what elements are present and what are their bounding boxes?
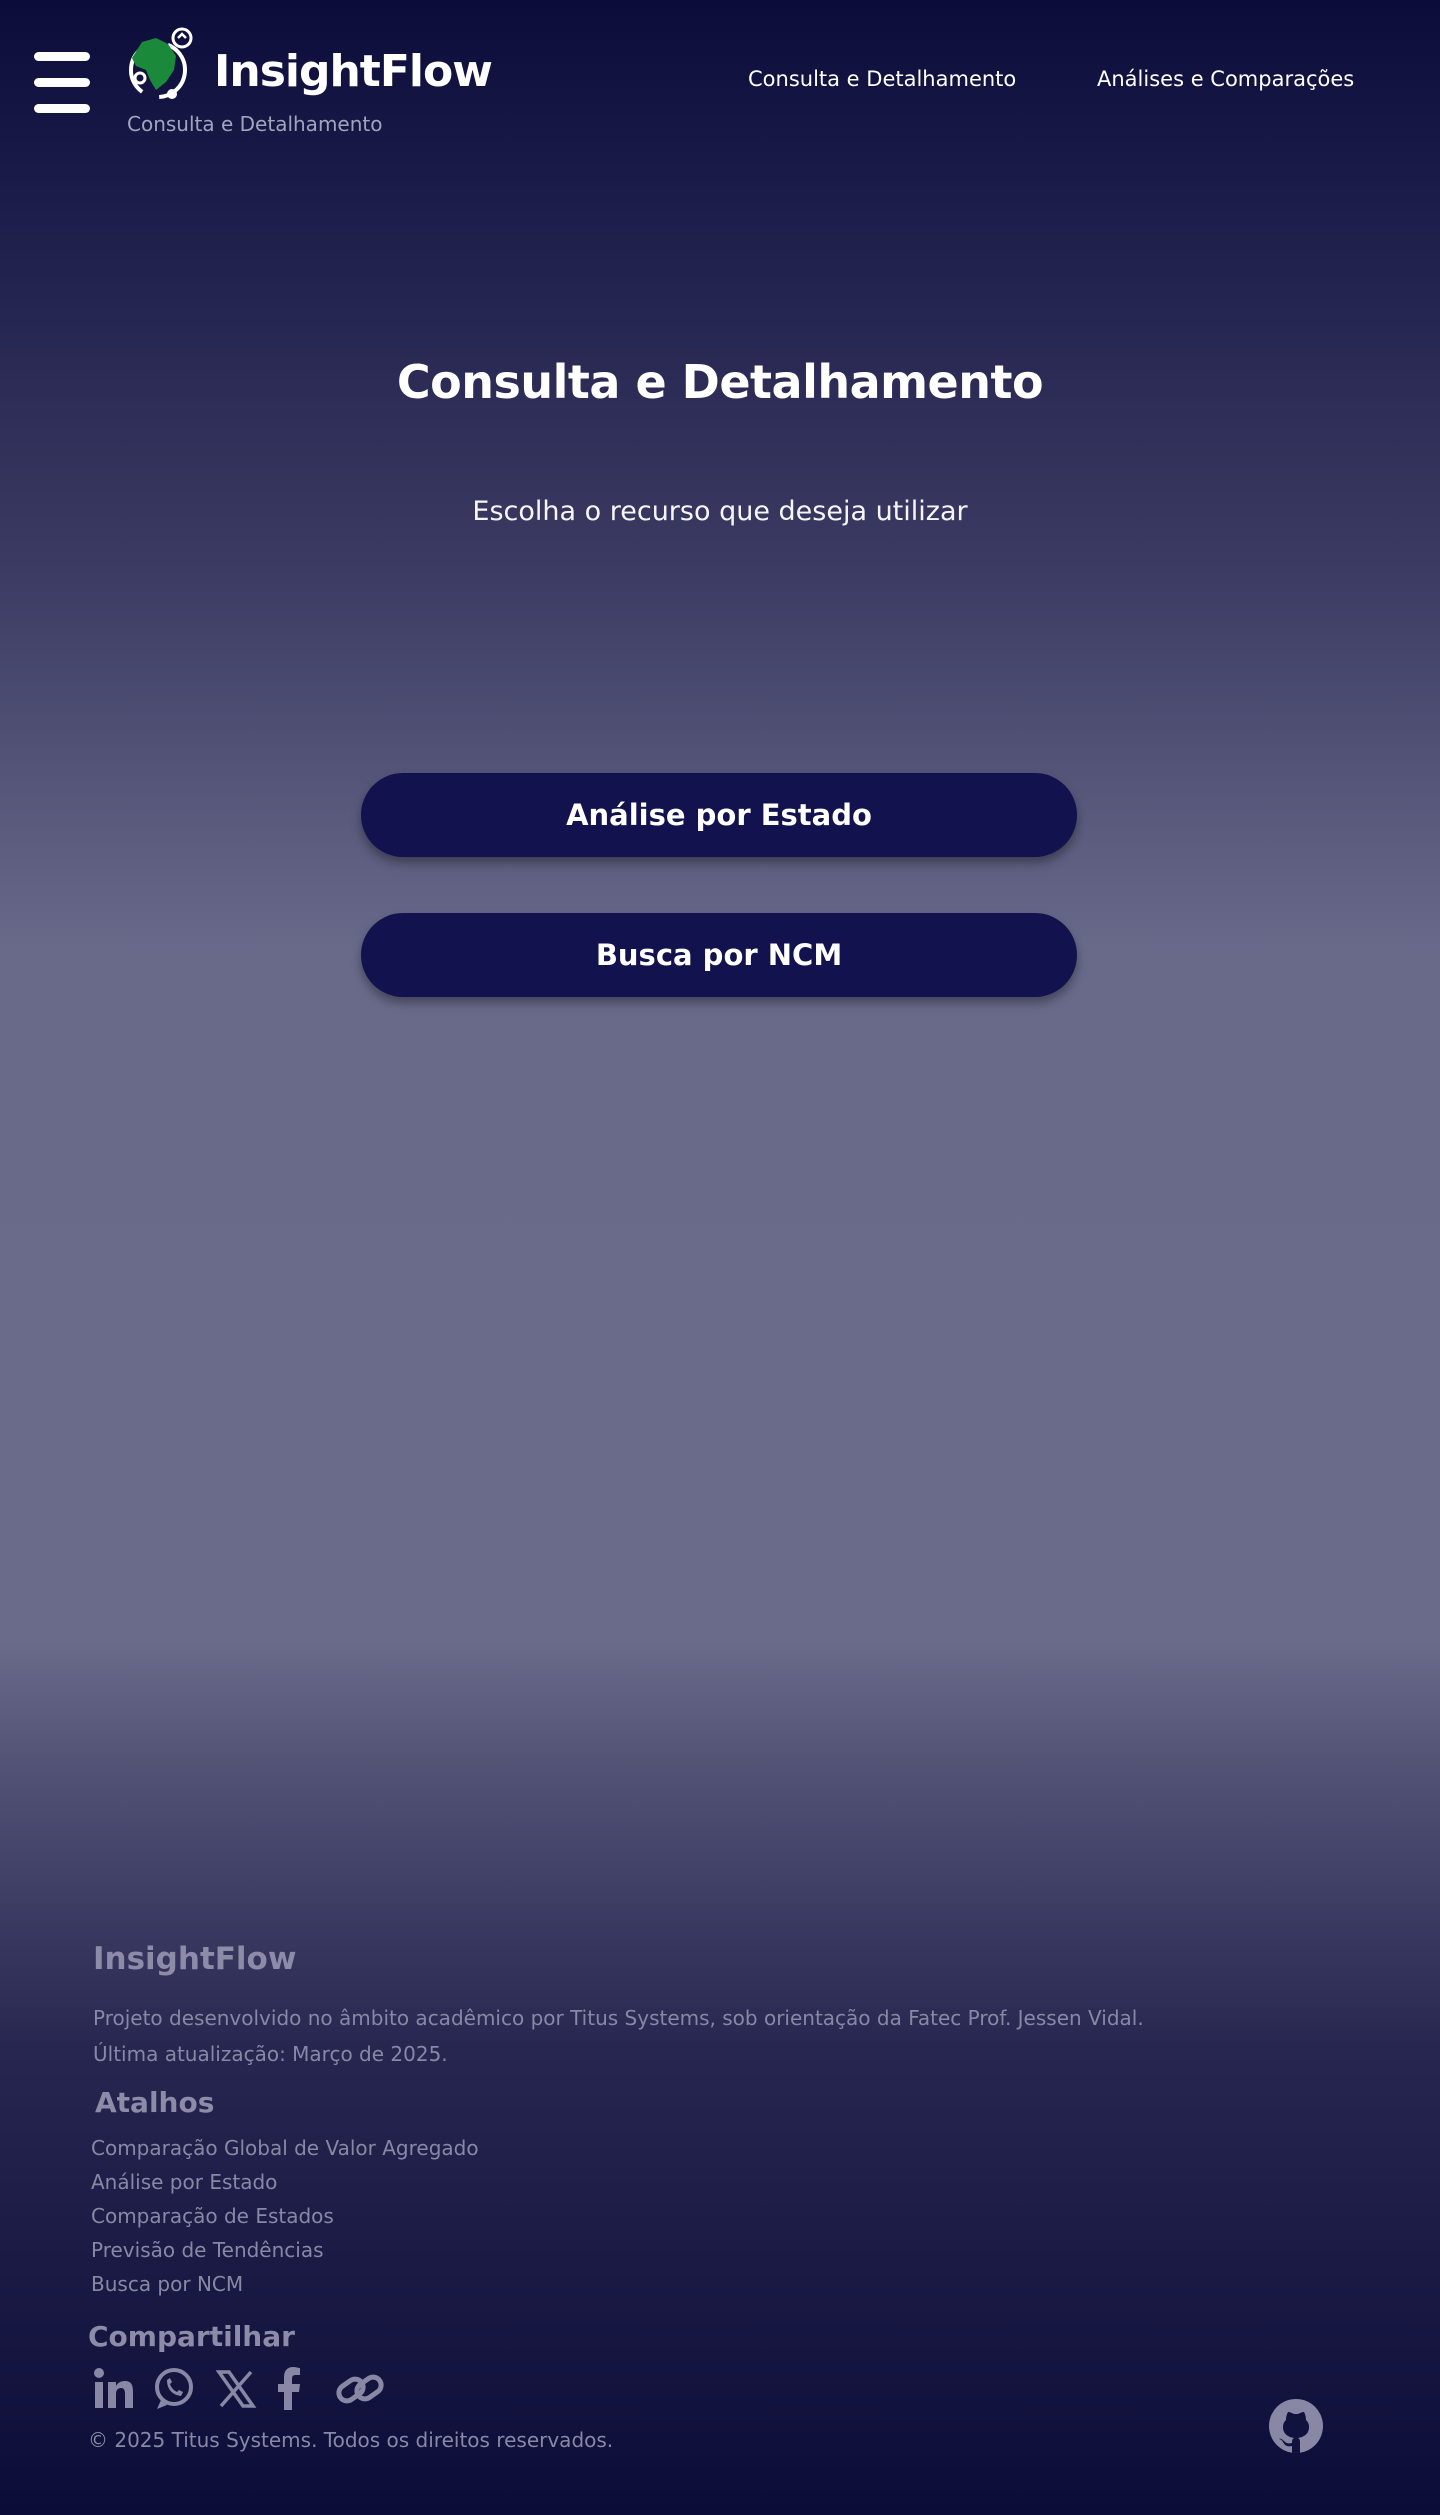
copyright: © 2025 Titus Systems. Todos os direitos … — [88, 2428, 614, 2452]
shortcut-comparacao-estados[interactable]: Comparação de Estados — [91, 2204, 334, 2228]
footer-description: Projeto desenvolvido no âmbito acadêmico… — [93, 2006, 1144, 2030]
shortcuts-title: Atalhos — [95, 2086, 215, 2119]
brand-name[interactable]: InsightFlow — [214, 46, 493, 97]
page-title: Consulta e Detalhamento — [396, 355, 1044, 409]
shortcut-comparacao-global[interactable]: Comparação Global de Valor Agregado — [91, 2136, 479, 2160]
github-icon[interactable] — [1268, 2398, 1324, 2454]
site-header: InsightFlow Consulta e Detalhamento Cons… — [0, 0, 1440, 160]
footer-title: InsightFlow — [93, 1941, 297, 1977]
page-subtitle: Escolha o recurso que deseja utilizar — [472, 496, 968, 527]
analise-por-estado-button[interactable]: Análise por Estado — [361, 773, 1077, 857]
shortcut-analise-por-estado[interactable]: Análise por Estado — [91, 2170, 277, 2194]
facebook-icon[interactable] — [272, 2366, 306, 2412]
shortcut-busca-ncm[interactable]: Busca por NCM — [91, 2272, 243, 2296]
nav-link-analises[interactable]: Análises e Comparações — [1097, 67, 1354, 91]
menu-icon[interactable] — [34, 52, 90, 114]
linkedin-icon[interactable] — [92, 2366, 136, 2412]
brazil-map-logo-icon[interactable] — [120, 24, 200, 104]
busca-por-ncm-button[interactable]: Busca por NCM — [361, 913, 1077, 997]
brand-subtitle: Consulta e Detalhamento — [127, 112, 383, 136]
nav-link-consulta[interactable]: Consulta e Detalhamento — [748, 67, 1016, 91]
link-icon[interactable] — [334, 2366, 386, 2412]
whatsapp-icon[interactable] — [152, 2366, 196, 2412]
footer-updated: Última atualização: Março de 2025. — [93, 2042, 448, 2066]
share-title: Compartilhar — [88, 2320, 295, 2353]
x-icon[interactable] — [214, 2366, 258, 2412]
shortcut-previsao-tendencias[interactable]: Previsão de Tendências — [91, 2238, 324, 2262]
